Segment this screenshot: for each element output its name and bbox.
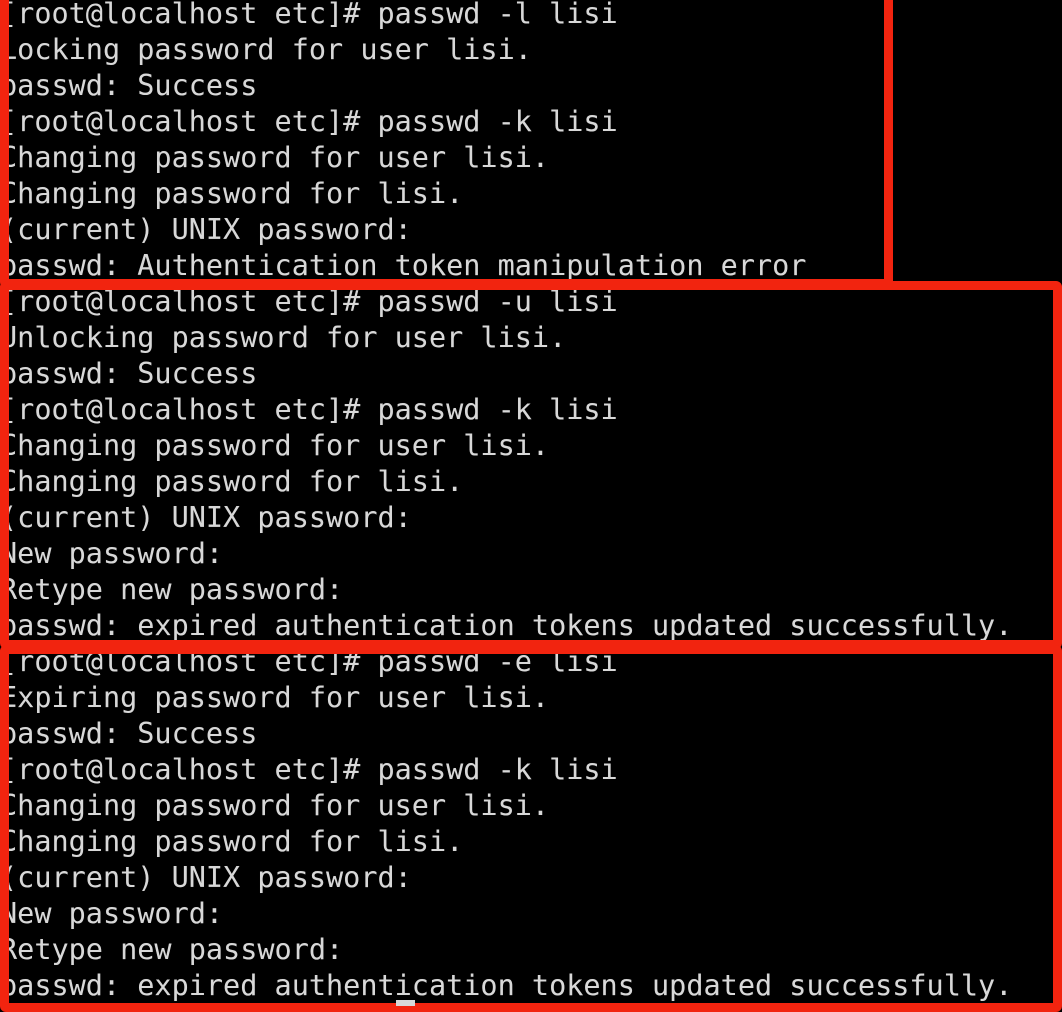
terminal-screen[interactable]: [root@localhost etc]# passwd -l lisi Lock… — [0, 0, 1062, 1012]
terminal-line: Changing password for user lisi. — [0, 141, 550, 174]
terminal-line: Locking password for user lisi. — [0, 33, 532, 66]
terminal-line: [root@localhost etc]# passwd -k lisi — [0, 393, 618, 426]
terminal-line: [root@localhost etc]# passwd -l lisi — [0, 0, 618, 30]
terminal-line: Changing password for lisi. — [0, 825, 464, 858]
terminal-line: Changing password for user lisi. — [0, 429, 550, 462]
terminal-line: Changing password for lisi. — [0, 177, 464, 210]
terminal-line: passwd: Success — [0, 717, 258, 750]
terminal-line: [root@localhost etc]# passwd -k lisi — [0, 105, 618, 138]
terminal-line: passwd: expired authentication tokens up… — [0, 609, 1013, 642]
terminal-window[interactable]: [root@localhost etc]# passwd -l lisi Lock… — [0, 0, 1062, 1012]
terminal-line: [root@localhost etc]# passwd -e lisi — [0, 645, 618, 678]
terminal-line: passwd: expired authentication tokens up… — [0, 969, 1013, 1002]
terminal-line: Changing password for user lisi. — [0, 789, 550, 822]
terminal-line: Unlocking password for user lisi. — [0, 321, 567, 354]
terminal-line: (current) UNIX password: — [0, 213, 412, 246]
terminal-line: Changing password for lisi. — [0, 465, 464, 498]
terminal-line: Retype new password: — [0, 573, 344, 606]
terminal-line: New password: — [0, 897, 224, 930]
terminal-line: New password: — [0, 537, 224, 570]
terminal-line: passwd: Success — [0, 69, 258, 102]
terminal-line: passwd: Authentication token manipulatio… — [0, 249, 807, 282]
terminal-line: (current) UNIX password: — [0, 501, 412, 534]
terminal-line: passwd: Success — [0, 357, 258, 390]
terminal-line: Expiring password for user lisi. — [0, 681, 550, 714]
terminal-line: [root@localhost etc]# passwd -u lisi — [0, 285, 618, 318]
terminal-line: Retype new password: — [0, 933, 344, 966]
terminal-line: (current) UNIX password: — [0, 861, 412, 894]
terminal-line: [root@localhost etc]# passwd -k lisi — [0, 753, 618, 786]
text-cursor — [396, 1000, 415, 1006]
